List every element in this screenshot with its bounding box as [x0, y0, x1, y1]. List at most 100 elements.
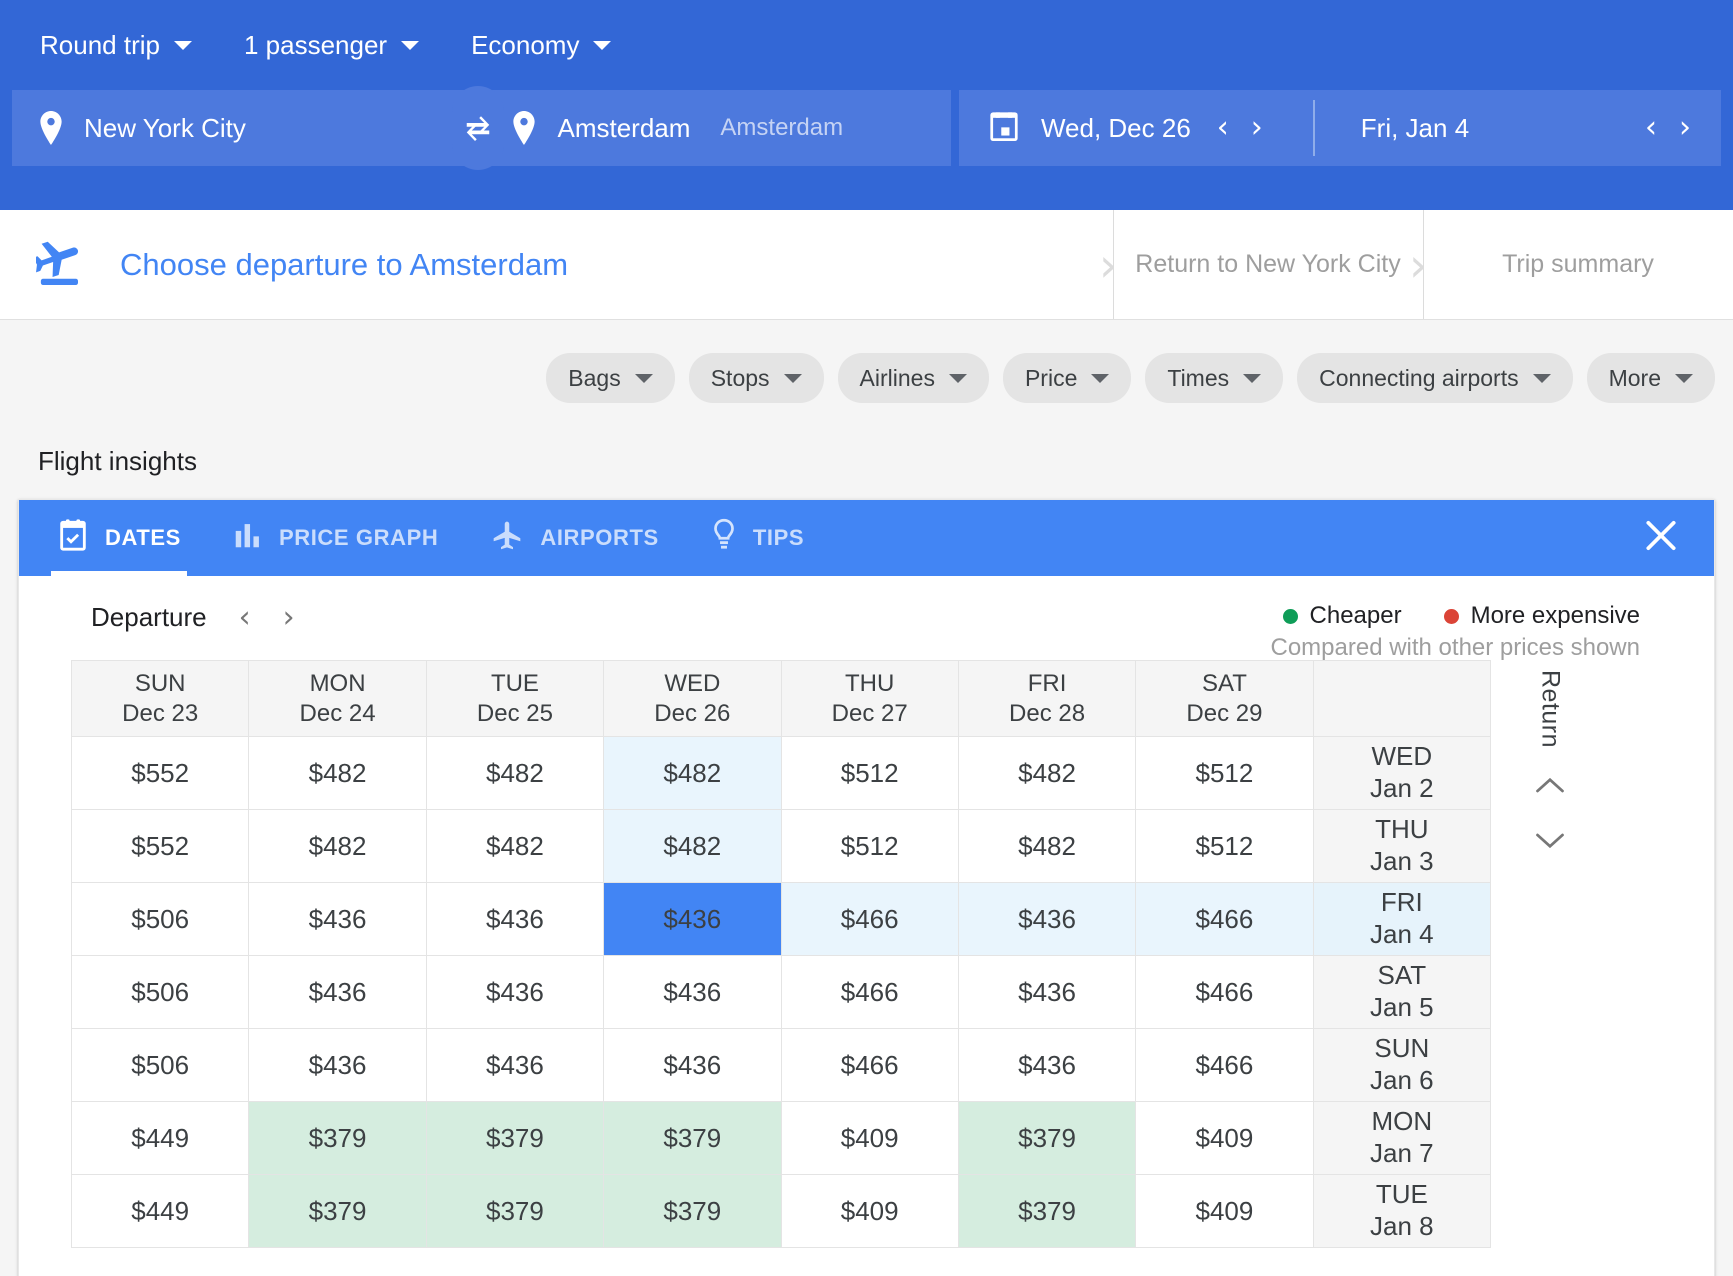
row-header-sat-jan-5[interactable]: SAT Jan 5	[1312, 955, 1492, 1029]
column-header-thu-dec-27[interactable]: THU Dec 27	[780, 660, 959, 737]
price-cell[interactable]: $466	[780, 955, 959, 1029]
column-header-fri-dec-28[interactable]: FRI Dec 28	[957, 660, 1137, 737]
price-cell[interactable]: $379	[248, 1101, 427, 1175]
price-cell[interactable]: $482	[248, 809, 427, 883]
price-cell[interactable]: $379	[425, 1174, 605, 1248]
price-cell[interactable]: $512	[1135, 809, 1314, 883]
price-cell[interactable]: $409	[780, 1101, 959, 1175]
return-prev-day-button[interactable]: ‹	[1641, 113, 1661, 143]
return-date-field[interactable]: Fri, Jan 4 ‹ ›	[1335, 90, 1721, 166]
row-header-fri-jan-4[interactable]: FRI Jan 4	[1312, 882, 1492, 956]
price-cell[interactable]: $466	[1135, 955, 1314, 1029]
price-cell[interactable]: $409	[1135, 1174, 1314, 1248]
price-cell[interactable]: $482	[248, 736, 427, 810]
price-cell[interactable]: $436	[248, 955, 427, 1029]
filter-bags[interactable]: Bags	[546, 353, 675, 403]
row-header-sun-jan-6[interactable]: SUN Jan 6	[1312, 1028, 1492, 1102]
price-cell[interactable]: $466	[780, 882, 959, 956]
price-cell[interactable]: $482	[603, 809, 782, 883]
price-cell[interactable]: $482	[957, 809, 1137, 883]
price-cell[interactable]: $409	[780, 1174, 959, 1248]
departure-date-field[interactable]: Wed, Dec 26 ‹ ›	[959, 90, 1293, 166]
step-return-label: Return to New York City	[1135, 250, 1401, 278]
price-cell[interactable]: $409	[1135, 1101, 1314, 1175]
price-cell[interactable]: $436	[603, 1028, 782, 1102]
filter-connecting-airports[interactable]: Connecting airports	[1297, 353, 1573, 403]
swap-locations-button[interactable]	[452, 86, 504, 170]
column-header-wed-dec-26[interactable]: WED Dec 26	[603, 660, 782, 737]
price-cell[interactable]: $552	[70, 736, 250, 810]
price-cell[interactable]: $379	[957, 1101, 1137, 1175]
price-cell[interactable]: $482	[425, 809, 605, 883]
price-cell[interactable]: $379	[603, 1101, 782, 1175]
price-legend-items: Cheaper More expensive	[1270, 602, 1640, 630]
price-cell[interactable]: $552	[70, 809, 250, 883]
price-cell[interactable]: $449	[70, 1174, 250, 1248]
return-down-button[interactable]	[1535, 826, 1565, 856]
step-choose-departure[interactable]: Choose departure to Amsterdam	[0, 210, 1113, 319]
price-cell[interactable]: $436	[248, 882, 427, 956]
tab-tips[interactable]: TIPS	[711, 500, 804, 576]
price-cell[interactable]: $436	[248, 1028, 427, 1102]
trip-type-label: Round trip	[40, 29, 160, 60]
departure-next-button[interactable]: ›	[283, 602, 295, 633]
tab-airports[interactable]: AIRPORTS	[490, 500, 658, 576]
trip-type-dropdown[interactable]: Round trip	[40, 30, 192, 61]
return-up-button[interactable]	[1535, 772, 1565, 802]
row-header-tue-jan-8[interactable]: TUE Jan 8	[1312, 1174, 1492, 1248]
column-header-sun-dec-23[interactable]: SUN Dec 23	[70, 660, 250, 737]
price-cell[interactable]: $379	[248, 1174, 427, 1248]
departure-prev-button[interactable]: ‹	[239, 602, 251, 633]
return-next-day-button[interactable]: ›	[1675, 113, 1695, 143]
price-cell[interactable]: $506	[70, 955, 250, 1029]
cabin-class-dropdown[interactable]: Economy	[471, 30, 612, 61]
price-cell[interactable]: $482	[603, 736, 782, 810]
price-cell[interactable]: $436	[957, 1028, 1137, 1102]
filter-airlines[interactable]: Airlines	[837, 353, 989, 403]
filter-more[interactable]: More	[1586, 353, 1715, 403]
price-cell[interactable]: $436	[425, 955, 605, 1029]
price-cell[interactable]: $466	[1135, 1028, 1314, 1102]
close-icon[interactable]	[1642, 517, 1680, 560]
price-cell[interactable]: $436	[603, 955, 782, 1029]
price-cell[interactable]: $482	[425, 736, 605, 810]
price-cell[interactable]: $512	[780, 736, 959, 810]
price-cell[interactable]: $379	[425, 1101, 605, 1175]
row-date: Jan 6	[1370, 1065, 1434, 1095]
price-cell[interactable]: $436	[957, 882, 1137, 956]
row-header-wed-jan-2[interactable]: WED Jan 2	[1312, 736, 1492, 810]
price-cell[interactable]: $379	[603, 1174, 782, 1248]
price-cell[interactable]: $466	[780, 1028, 959, 1102]
filter-stops[interactable]: Stops	[688, 353, 824, 403]
price-cell[interactable]: $379	[957, 1174, 1137, 1248]
row-date: Jan 4	[1370, 919, 1434, 949]
departure-prev-day-button[interactable]: ‹	[1213, 113, 1233, 143]
destination-input[interactable]: Amsterdam Amsterdam	[485, 90, 951, 166]
filter-times[interactable]: Times	[1145, 353, 1284, 403]
column-header-mon-dec-24[interactable]: MON Dec 24	[248, 660, 427, 737]
tab-dates[interactable]: DATES	[51, 500, 187, 576]
passengers-dropdown[interactable]: 1 passenger	[244, 30, 420, 61]
step-trip-summary[interactable]: › Trip summary	[1409, 210, 1733, 319]
price-cell-selected[interactable]: $436	[603, 882, 782, 956]
price-cell[interactable]: $436	[957, 955, 1137, 1029]
price-cell[interactable]: $436	[425, 1028, 605, 1102]
price-cell[interactable]: $482	[957, 736, 1137, 810]
price-cell[interactable]: $436	[425, 882, 605, 956]
price-cell[interactable]: $506	[70, 882, 250, 956]
departure-next-day-button[interactable]: ›	[1247, 113, 1267, 143]
column-header-sat-dec-29[interactable]: SAT Dec 29	[1135, 660, 1314, 737]
filter-price[interactable]: Price	[1002, 353, 1132, 403]
return-navigator-label: Return	[1536, 670, 1565, 749]
price-cell[interactable]: $449	[70, 1101, 250, 1175]
price-cell[interactable]: $466	[1135, 882, 1314, 956]
origin-input[interactable]: New York City	[12, 90, 478, 166]
column-header-tue-dec-25[interactable]: TUE Dec 25	[425, 660, 605, 737]
row-header-thu-jan-3[interactable]: THU Jan 3	[1312, 809, 1492, 883]
row-header-mon-jan-7[interactable]: MON Jan 7	[1312, 1101, 1492, 1175]
step-return[interactable]: › Return to New York City	[1099, 210, 1423, 319]
price-cell[interactable]: $506	[70, 1028, 250, 1102]
price-cell[interactable]: $512	[780, 809, 959, 883]
tab-price-graph[interactable]: PRICE GRAPH	[233, 500, 438, 576]
price-cell[interactable]: $512	[1135, 736, 1314, 810]
